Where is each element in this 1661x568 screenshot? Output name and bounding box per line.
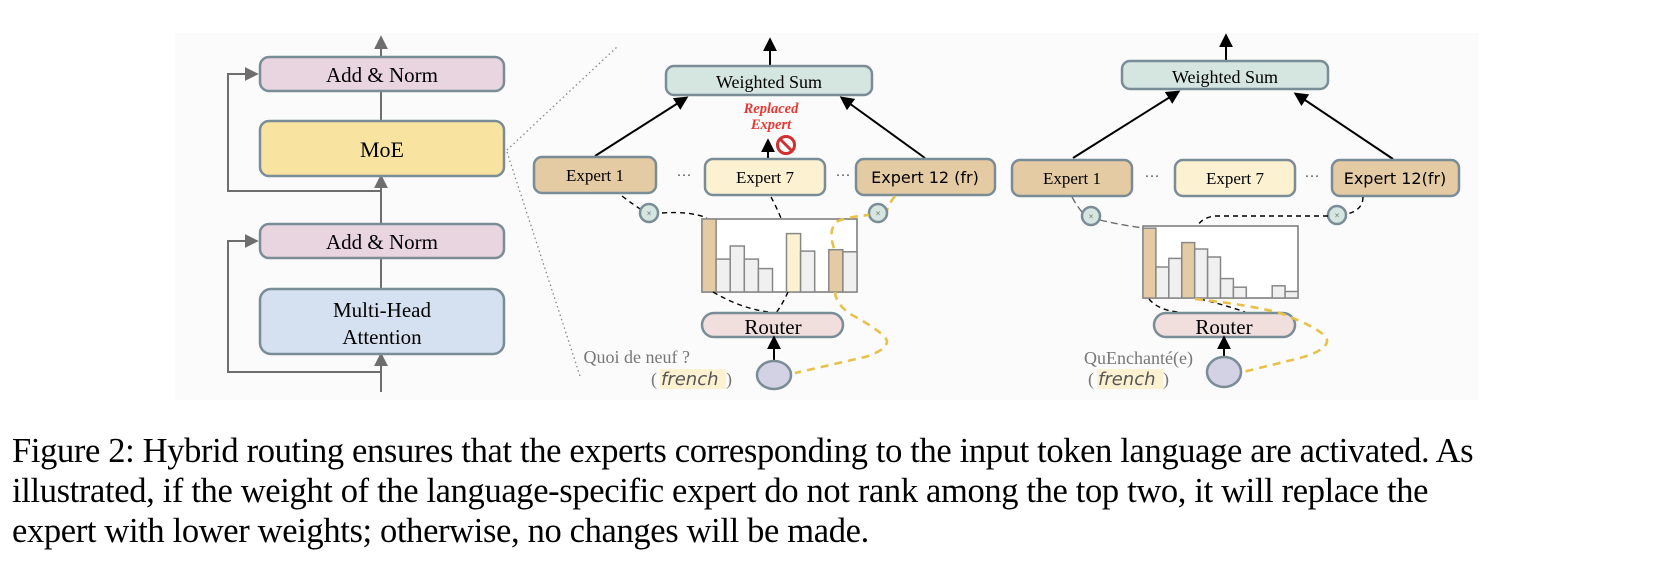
panel-left-expert-1-label: Expert 1 [566,166,624,185]
weight-bar-selected [1142,227,1157,299]
panel-right-router-label: Router [1195,315,1252,339]
weight-bar-other [757,267,774,293]
weight-bar-other [1168,257,1183,299]
panel-right-router-weights-histogram [1142,225,1299,299]
weight-bar-selected [701,218,717,293]
panel-left-weighted-sum-label: Weighted Sum [716,72,822,92]
add-norm-top-label: Add & Norm [326,63,438,87]
replaced-annotation-line2: Expert [750,117,792,133]
multiply-icon: × [1334,211,1339,221]
prohibited-icon [776,135,796,155]
weight-bar-other [1284,290,1299,299]
panel-right-expert-1-label: Expert 1 [1043,169,1101,188]
panel-left-input-token [755,359,793,391]
panel-left-input-lang: french [661,369,719,390]
replaced-annotation-line1: Replaced [743,101,800,117]
weight-bar-language [828,248,844,293]
weight-bar-other [1193,248,1209,299]
panel-left-router-weights-histogram [701,218,858,293]
panel-left-router-label: Router [744,315,801,339]
multiply-icon: × [875,209,880,219]
weight-bar-other [1219,277,1235,299]
hybrid-routing-figure: Add & Norm MoE Add & Norm Multi-Head Att… [0,0,1661,410]
caption-line-1: Figure 2: Hybrid routing ensures that th… [12,432,1474,470]
weight-bar-other [1271,285,1286,299]
paren-close: ) [1163,369,1169,390]
moe-label: MoE [360,137,404,162]
weight-bar-other [799,250,816,293]
panel-left-expert-12-label: Expert 12 (fr) [871,168,979,187]
panel-right-input-lang: french [1098,369,1156,390]
weight-bar-other [842,251,858,293]
weight-bar-replaced [785,232,802,293]
panel-right-ellipsis-1: ··· [1145,169,1160,185]
figure-canvas: Add & Norm MoE Add & Norm Multi-Head Att… [175,33,1478,400]
panel-right-weighted-sum-label: Weighted Sum [1172,67,1278,87]
panel-right-expert-7-label: Expert 7 [1206,169,1265,188]
caption-line-2: illustrated, if the weight of the langua… [12,472,1429,510]
multiply-icon: × [1088,212,1093,222]
weight-bar-other [729,245,746,293]
paren-close: ) [726,369,732,390]
panel-right-ellipsis-2: ··· [1305,169,1320,185]
panel-left-ellipsis-2: ··· [836,168,851,184]
multiply-icon: × [646,209,651,219]
caption-line-3: expert with lower weights; otherwise, no… [12,512,869,550]
weight-bar-other [1232,286,1248,299]
add-norm-bottom-label: Add & Norm [326,230,438,254]
weight-bar-other [1206,256,1222,299]
figure-caption: Figure 2: Hybrid routing ensures that th… [12,431,1652,551]
panel-right-expert-12-label: Expert 12(fr) [1344,169,1447,188]
panel-left-input-text: Quoi de neuf ? [584,347,690,367]
paren-open: ( [651,369,657,390]
weight-bar-other [743,258,760,293]
panel-left-expert-7-label: Expert 7 [736,168,795,187]
paren-open: ( [1088,369,1094,390]
weight-bar-language [1181,241,1196,299]
panel-right-input-text: QuEnchanté(e) [1084,348,1193,369]
panel-right-input-token [1205,355,1243,389]
weight-bar-other [715,258,731,293]
panel-left-ellipsis-1: ··· [677,168,692,184]
attention-label-line1: Multi-Head [333,298,431,322]
weight-bar-other [1155,266,1170,299]
attention-label-line2: Attention [342,325,422,349]
